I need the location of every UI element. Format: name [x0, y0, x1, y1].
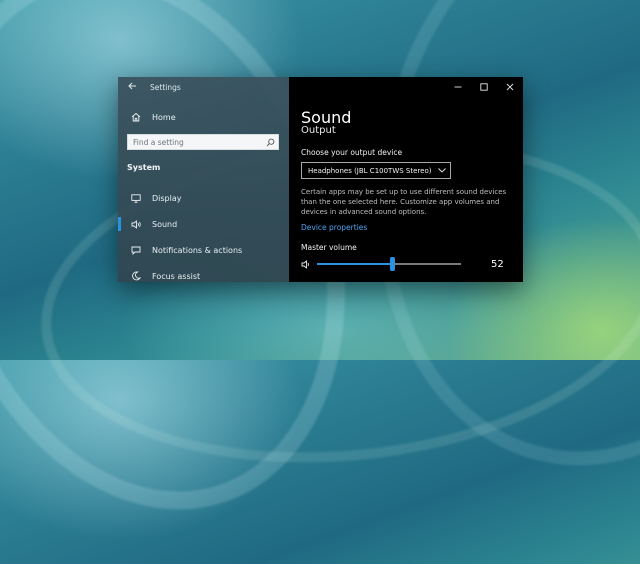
output-device-dropdown[interactable]: Headphones (JBL C100TWS Stereo): [301, 162, 451, 179]
window-title: Settings: [150, 82, 181, 92]
moon-icon: [128, 271, 144, 281]
device-properties-link[interactable]: Device properties: [301, 223, 511, 232]
sidebar-item-label: Sound: [152, 219, 178, 229]
master-volume-label: Master volume: [301, 243, 357, 252]
section-heading: System: [127, 163, 161, 172]
notification-icon: [128, 246, 144, 255]
sound-page: Sound Output Choose your output device H…: [289, 77, 523, 282]
sidebar: Settings Home Find a setting System Disp…: [118, 77, 289, 282]
sidebar-item-sound[interactable]: Sound: [118, 211, 289, 237]
display-icon: [128, 193, 144, 203]
sidebar-item-label: Display: [152, 193, 182, 203]
sidebar-nav: Display Sound Notifications & actions Fo…: [118, 185, 289, 289]
selected-device: Headphones (JBL C100TWS Stereo): [308, 166, 432, 175]
search-placeholder: Find a setting: [133, 137, 184, 147]
section-title: Output: [301, 125, 336, 136]
speaker-icon[interactable]: [301, 259, 315, 269]
settings-window: Settings Home Find a setting System Disp…: [118, 77, 523, 282]
sidebar-item-focus-assist[interactable]: Focus assist: [118, 263, 289, 289]
output-device-label: Choose your output device: [301, 148, 403, 157]
search-icon[interactable]: [262, 135, 278, 149]
slider-fill: [317, 263, 392, 265]
close-icon[interactable]: [497, 77, 523, 97]
volume-value: 52: [491, 258, 504, 270]
device-description: Certain apps may be set up to use differ…: [301, 188, 507, 216]
home-icon: [128, 112, 144, 122]
speaker-icon: [128, 219, 144, 229]
window-controls: [445, 77, 523, 97]
back-arrow-icon[interactable]: [118, 82, 146, 93]
sidebar-item-display[interactable]: Display: [118, 185, 289, 211]
active-indicator: [118, 217, 121, 231]
title-bar: Settings: [118, 77, 289, 97]
slider-thumb[interactable]: [389, 257, 395, 271]
minimize-icon[interactable]: [445, 77, 471, 97]
volume-slider[interactable]: [317, 257, 461, 271]
sidebar-item-label: Focus assist: [152, 271, 201, 281]
chevron-down-icon: [434, 168, 450, 173]
maximize-icon[interactable]: [471, 77, 497, 97]
sidebar-item-label: Notifications & actions: [152, 245, 243, 255]
search-input[interactable]: Find a setting: [127, 134, 279, 150]
sound-content: Sound Output Choose your output device H…: [301, 109, 511, 271]
master-volume-row: 52: [301, 257, 511, 271]
sidebar-item-home[interactable]: Home: [118, 105, 289, 129]
sidebar-item-notifications[interactable]: Notifications & actions: [118, 237, 289, 263]
sidebar-item-label: Home: [152, 112, 176, 122]
